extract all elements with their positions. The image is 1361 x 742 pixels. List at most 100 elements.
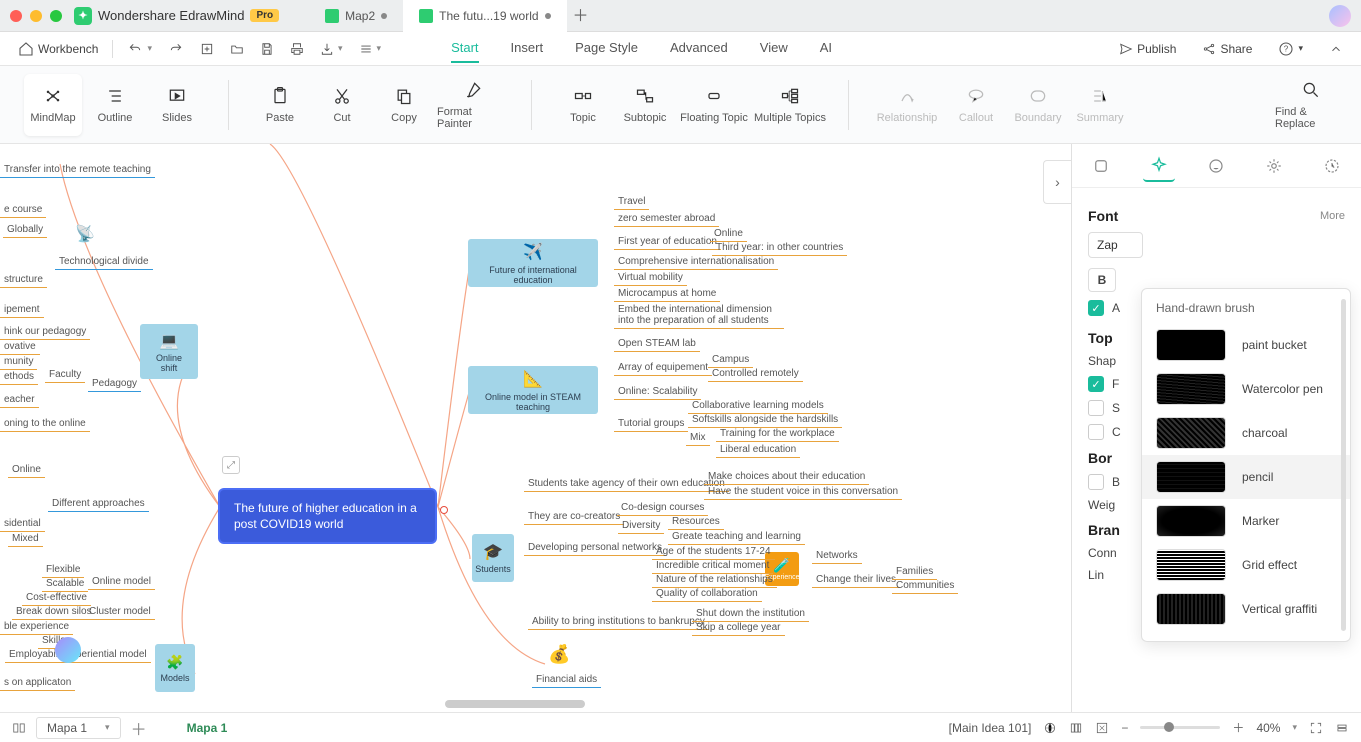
add-tab-button[interactable]: ＋ [567,0,595,28]
brush-watercolor[interactable]: Watercolor pen [1142,367,1350,411]
node[interactable]: munity [0,354,37,370]
node[interactable]: s on applicaton [0,675,75,691]
node[interactable]: Pedagogy [88,376,141,392]
zoom-slider[interactable] [1140,726,1220,729]
main-topic[interactable]: The future of higher education in a post… [220,490,435,542]
horizontal-scrollbar[interactable] [445,700,585,708]
tool-topic[interactable]: Topic [554,74,612,136]
columns-icon[interactable] [1069,721,1083,735]
node[interactable]: eacher [0,392,39,408]
brush-paint-bucket[interactable]: paint bucket [1142,323,1350,367]
node[interactable]: hink our pedagogy [0,324,90,340]
fit-icon[interactable] [1095,721,1109,735]
topic-future-intl[interactable]: ✈️Future of international education [468,239,598,287]
node[interactable]: Cluster model [85,604,155,620]
tool-boundary[interactable]: Boundary [1009,74,1067,136]
topic-students[interactable]: 🎓Students [472,534,514,582]
tool-format-painter[interactable]: Format Painter [437,74,509,136]
menu-tab-ai[interactable]: AI [820,34,832,63]
node[interactable]: Microcampus at home [614,286,720,302]
brush-marker[interactable]: Marker [1142,499,1350,543]
fullscreen-icon[interactable] [1309,721,1323,735]
bold-button[interactable]: B [1088,268,1116,292]
tool-copy[interactable]: Copy [375,74,433,136]
minimize-window[interactable] [30,10,42,22]
node[interactable]: Make choices about their education [704,469,869,485]
node[interactable]: ipement [0,302,44,318]
menu-tab-pagestyle[interactable]: Page Style [575,34,638,63]
node[interactable]: Students take agency of their own educat… [524,476,729,492]
tool-relationship[interactable]: Relationship [871,74,943,136]
rp-tab-history[interactable] [1316,150,1348,182]
font-more[interactable]: More [1320,210,1345,222]
node[interactable]: e course [0,202,46,218]
rp-tab-theme[interactable] [1143,150,1175,182]
node[interactable]: Comprehensive internationalisation [614,254,778,270]
redo-button[interactable] [162,38,190,60]
sheets-icon[interactable] [12,721,26,735]
sheet-selector[interactable]: Mapa 1▾ [36,717,121,739]
node[interactable]: Financial aids [532,672,601,688]
node[interactable]: Tutorial groups [614,416,688,432]
f-checkbox[interactable]: ✓ [1088,376,1104,392]
node[interactable]: oning to the online [0,416,90,432]
menu-tab-start[interactable]: Start [451,34,478,63]
add-sheet-button[interactable]: ＋ [131,716,147,740]
node[interactable]: Have the student voice in this conversat… [704,484,902,500]
workbench-button[interactable]: Workbench [12,37,104,61]
node[interactable]: Controlled remotely [708,366,803,382]
node[interactable]: Quality of collaboration [652,586,762,602]
tool-find[interactable]: Find & Replace [1275,74,1347,136]
tool-cut[interactable]: Cut [313,74,371,136]
topic-models[interactable]: 🧩Models [155,644,195,692]
brush-vertical[interactable]: Vertical graffiti [1142,587,1350,631]
node[interactable]: Training for the workplace [716,426,839,442]
node[interactable]: Diversity [618,518,664,534]
brush-pencil[interactable]: pencil [1142,455,1350,499]
zoom-level[interactable]: 40% [1256,721,1280,735]
publish-button[interactable]: Publish [1113,38,1182,60]
rp-tab-icon[interactable] [1200,150,1232,182]
node[interactable]: Change their lives [812,572,900,588]
node[interactable]: Mixed [8,531,43,547]
tool-callout[interactable]: Callout [947,74,1005,136]
node[interactable]: Virtual mobility [614,270,687,286]
node[interactable]: Communities [892,578,958,594]
zoom-in-button[interactable]: ＋ [1232,719,1244,736]
node[interactable]: Online model [88,574,155,590]
node[interactable]: Ability to bring institutions to bankrup… [528,614,709,630]
node[interactable]: First year of education [614,234,721,250]
node[interactable]: Transfer into the remote teaching [0,162,155,178]
rp-tab-clipart[interactable] [1258,150,1290,182]
handle-right[interactable] [440,506,448,514]
undo-button[interactable]: ▾ [121,38,158,60]
auto-checkbox[interactable]: ✓ [1088,300,1104,316]
node[interactable]: Travel [614,194,649,210]
close-window[interactable] [10,10,22,22]
tab-map2[interactable]: Map2 [309,0,403,32]
topic-online-shift[interactable]: 💻Online shift [140,324,198,379]
user-avatar[interactable] [1329,5,1351,27]
tool-mindmap[interactable]: MindMap [24,74,82,136]
export-button[interactable]: ▾ [314,38,349,60]
rp-tab-style[interactable] [1085,150,1117,182]
node[interactable]: Networks [812,548,862,564]
node[interactable]: Resources [668,514,724,530]
node[interactable]: Globally [3,222,47,238]
share-button[interactable]: Share [1196,38,1258,60]
node[interactable]: Developing personal networks [524,540,666,556]
node[interactable]: structure [0,272,47,288]
active-sheet-name[interactable]: Mapa 1 [187,721,228,735]
brush-grid[interactable]: Grid effect [1142,543,1350,587]
collapse-ribbon-button[interactable] [1323,38,1349,60]
tool-paste[interactable]: Paste [251,74,309,136]
help-button[interactable]: ?▾ [1272,37,1309,61]
save-button[interactable] [254,38,280,60]
tool-subtopic[interactable]: Subtopic [616,74,674,136]
new-button[interactable] [194,38,220,60]
brush-charcoal[interactable]: charcoal [1142,411,1350,455]
node[interactable]: Technological divide [55,254,153,270]
node[interactable]: Online [8,462,45,478]
brush-scrollbar[interactable] [1341,299,1346,631]
node[interactable]: Array of equipement [614,360,712,376]
